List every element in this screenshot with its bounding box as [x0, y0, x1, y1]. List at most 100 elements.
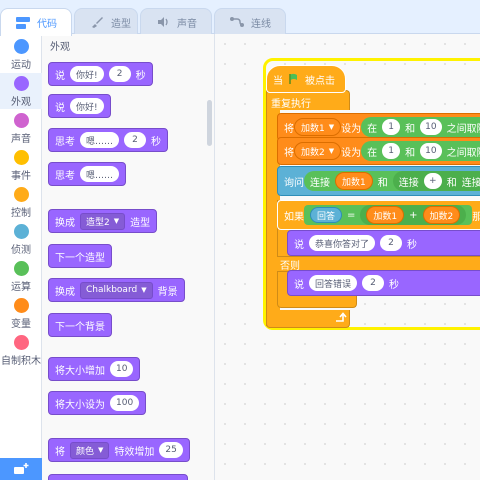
tab-costumes-label: 造型: [111, 18, 131, 30]
events-dot-icon: [13, 150, 29, 165]
say-for-secs-block[interactable]: 说 你好! 2 秒: [48, 62, 153, 86]
block-text: 如果: [284, 211, 304, 223]
say-text-input[interactable]: 恭喜你答对了: [309, 235, 376, 251]
size-change-input[interactable]: 10: [110, 361, 134, 377]
secs-input[interactable]: 2: [124, 132, 147, 148]
size-set-input[interactable]: 100: [110, 395, 140, 411]
category-label: 运动: [11, 60, 31, 71]
control-dot-icon: [13, 187, 29, 202]
operators-dot-icon: [13, 261, 29, 276]
say-text-input[interactable]: 回答错误: [309, 275, 358, 291]
say-correct-block[interactable]: 说 恭喜你答对了 2 秒: [287, 230, 480, 256]
change-size-block[interactable]: 将大小增加 10: [48, 357, 141, 381]
random-reporter[interactable]: 在 1 和 10 之间取随: [361, 117, 480, 137]
change-effect-block[interactable]: 将 颜色 ▼ 特效增加 25: [48, 438, 190, 462]
switch-costume-block[interactable]: 换成 造型2 ▼ 造型: [48, 209, 158, 233]
answer-reporter[interactable]: 回答: [310, 207, 343, 223]
think-text-input[interactable]: 嗯……: [80, 166, 120, 182]
partial-block[interactable]: [48, 474, 188, 480]
secs-input[interactable]: 2: [380, 235, 403, 251]
block-text: 之间取随: [446, 147, 480, 159]
block-text: 在: [367, 123, 378, 135]
category-motion[interactable]: 运动: [0, 36, 42, 72]
think-text-input[interactable]: 嗯……: [80, 132, 120, 148]
tab-connect[interactable]: 连线: [214, 8, 286, 35]
block-text: 背景: [157, 286, 178, 298]
category-control[interactable]: 控制: [0, 184, 42, 220]
block-text: 换成: [55, 217, 75, 229]
category-looks[interactable]: 外观: [0, 73, 42, 109]
block-text: 当: [273, 75, 283, 87]
category-operators[interactable]: 运算: [0, 258, 42, 294]
effect-value-input[interactable]: 25: [159, 442, 183, 458]
think-for-secs-block[interactable]: 思考 嗯…… 2 秒: [48, 128, 169, 152]
add-extension-button[interactable]: [0, 458, 42, 480]
add-extension-icon: [14, 463, 29, 474]
tab-sounds[interactable]: 声音: [140, 8, 212, 35]
block-text: 和: [405, 147, 416, 159]
var1-reporter[interactable]: 加数1: [366, 206, 405, 224]
block-text: 换成: [55, 286, 75, 298]
forever-label: 重复执行: [271, 99, 311, 110]
if-header[interactable]: 如果 回答 = 加数1 + 加数2 那么: [277, 200, 480, 230]
code-area[interactable]: 当 被点击 重复执行 将 加数1▼ 设为 在 1 和 10 之间取随 将 加数2…: [215, 34, 480, 480]
var1-reporter[interactable]: 加数1: [335, 172, 373, 190]
variables-dot-icon: [13, 298, 29, 313]
costume-dropdown[interactable]: 造型2 ▼: [80, 212, 126, 230]
secs-input[interactable]: 2: [108, 66, 131, 82]
var2-reporter[interactable]: 加数2: [422, 206, 461, 224]
think-block[interactable]: 思考 嗯……: [48, 162, 127, 186]
join-text-input[interactable]: +: [423, 173, 442, 189]
set-size-block[interactable]: 将大小设为 100: [48, 391, 147, 415]
block-text: 将: [55, 446, 65, 458]
tab-code[interactable]: 代码: [0, 8, 72, 36]
palette-scrollbar[interactable]: [207, 100, 212, 146]
block-text: 秒: [135, 70, 146, 82]
add-operator[interactable]: 加数1 + 加数2: [360, 205, 467, 225]
code-icon: [15, 15, 31, 31]
category-label: 控制: [11, 208, 31, 219]
effect-dropdown[interactable]: 颜色 ▼: [70, 441, 110, 459]
join-reporter[interactable]: 连接 + 和 连接: [392, 171, 480, 191]
variable-dropdown[interactable]: 加数2 ▼: [294, 142, 342, 160]
block-text: 询问: [284, 177, 304, 189]
block-text: 秒: [407, 239, 418, 251]
set-var2-block[interactable]: 将 加数2▼ 设为 在 1 和 10 之间取随: [277, 137, 480, 165]
random-from-input[interactable]: 1: [382, 143, 401, 159]
random-reporter[interactable]: 在 1 和 10 之间取随: [361, 141, 480, 161]
next-costume-block[interactable]: 下一个造型: [48, 244, 112, 268]
sensing-dot-icon: [13, 224, 29, 239]
random-to-input[interactable]: 10: [420, 143, 442, 159]
random-from-input[interactable]: 1: [382, 119, 401, 135]
category-events[interactable]: 事件: [0, 147, 42, 183]
palette-heading: 外观: [50, 42, 70, 53]
next-backdrop-block[interactable]: 下一个背景: [48, 313, 112, 337]
category-variables[interactable]: 变量: [0, 295, 42, 331]
say-text-input[interactable]: 你好!: [70, 66, 104, 82]
switch-backdrop-block[interactable]: 换成 Chalkboard ▼ 背景: [48, 278, 185, 302]
say-block[interactable]: 说 你好!: [48, 94, 111, 118]
category-sound[interactable]: 声音: [0, 110, 42, 146]
secs-input[interactable]: 2: [362, 275, 385, 291]
equals-operator[interactable]: 回答 = 加数1 + 加数2: [304, 205, 473, 225]
when-flag-clicked-block[interactable]: 当 被点击: [266, 65, 346, 93]
block-text: 说: [294, 279, 304, 291]
ask-block[interactable]: 询问 连接 加数1 和 连接 + 和 连接: [277, 166, 480, 196]
if-else-bottom: [277, 296, 357, 308]
block-text: 设为: [341, 123, 362, 135]
chevron-down-icon: ▼: [328, 123, 335, 131]
say-text-input[interactable]: 你好!: [70, 98, 104, 114]
loop-arrow-icon: [336, 312, 347, 322]
random-to-input[interactable]: 10: [420, 119, 442, 135]
tab-costumes[interactable]: 造型: [74, 8, 138, 35]
category-sensing[interactable]: 侦测: [0, 221, 42, 257]
chevron-down-icon: ▼: [328, 147, 335, 155]
say-wrong-block[interactable]: 说 回答错误 2 秒: [287, 270, 480, 296]
join-reporter[interactable]: 连接 加数1 和 连接 + 和 连接: [304, 171, 480, 191]
block-text: 将: [284, 123, 294, 135]
backdrop-dropdown[interactable]: Chalkboard ▼: [80, 281, 153, 299]
variable-dropdown[interactable]: 加数1 ▼: [294, 118, 342, 136]
block-text: 下一个造型: [55, 252, 105, 264]
category-label: 事件: [11, 171, 31, 182]
category-my-blocks[interactable]: 自制积木: [0, 332, 42, 368]
